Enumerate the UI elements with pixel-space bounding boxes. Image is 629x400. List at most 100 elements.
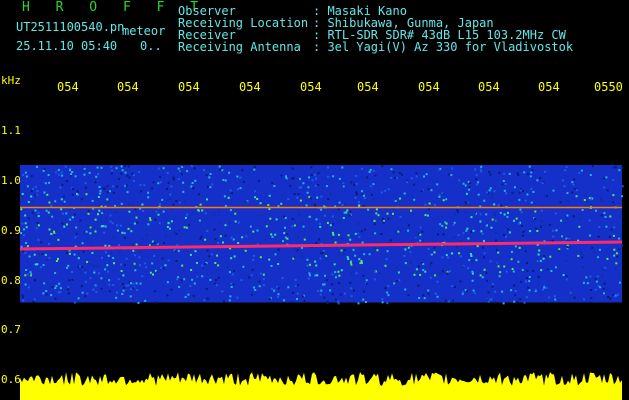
noise-speckle	[305, 199, 308, 202]
noise-speckle	[536, 179, 539, 182]
noise-speckle	[341, 204, 344, 206]
noise-speckle	[236, 296, 239, 299]
noise-speckle	[526, 261, 528, 264]
noise-speckle	[523, 171, 526, 174]
noise-speckle	[296, 196, 299, 199]
noise-speckle	[36, 221, 39, 224]
noise-speckle	[93, 270, 96, 273]
noise-speckle	[280, 202, 283, 205]
info-value-antenna: : 3el Yagi(V) Az 330 for Vladivostok	[313, 40, 574, 54]
noise-speckle	[327, 198, 330, 201]
noise-speckle	[540, 220, 543, 223]
noise-speckle	[537, 253, 540, 256]
noise-speckle	[338, 274, 341, 277]
noise-speckle	[314, 184, 317, 187]
noise-speckle	[427, 188, 430, 191]
noise-speckle	[110, 165, 113, 168]
noise-speckle	[198, 219, 201, 222]
noise-speckle	[517, 260, 520, 263]
noise-speckle	[308, 263, 311, 266]
noise-speckle	[429, 264, 432, 267]
noise-speckle	[375, 212, 378, 215]
noise-speckle	[305, 204, 308, 207]
noise-speckle	[324, 214, 326, 217]
noise-speckle	[123, 263, 126, 266]
noise-speckle	[43, 191, 46, 194]
noise-speckle	[134, 269, 137, 272]
noise-speckle	[465, 192, 468, 195]
noise-speckle	[60, 171, 63, 174]
noise-speckle	[34, 194, 37, 197]
noise-speckle	[543, 255, 545, 257]
noise-speckle	[319, 257, 322, 260]
noise-speckle	[271, 182, 274, 184]
noise-speckle	[36, 165, 38, 168]
noise-speckle	[135, 243, 138, 246]
noise-speckle	[387, 188, 390, 191]
noise-speckle	[20, 208, 23, 211]
noise-speckle	[612, 179, 615, 181]
noise-speckle	[364, 197, 366, 200]
noise-speckle	[540, 225, 543, 228]
noise-speckle	[415, 172, 418, 175]
noise-speckle	[157, 167, 160, 170]
noise-speckle	[475, 259, 478, 262]
noise-speckle	[30, 175, 33, 177]
noise-speckle	[613, 166, 616, 169]
noise-speckle	[349, 282, 352, 285]
noise-speckle	[96, 166, 99, 169]
noise-speckle	[179, 201, 182, 204]
info-label-antenna: Receiving Antenna	[178, 40, 301, 54]
noise-speckle	[381, 217, 384, 220]
noise-speckle	[237, 188, 239, 191]
time-tick: 054	[538, 80, 560, 94]
noise-speckle	[84, 271, 87, 274]
noise-speckle	[22, 173, 25, 176]
noise-speckle	[64, 165, 67, 168]
noise-speckle	[466, 290, 469, 293]
noise-speckle	[285, 175, 287, 178]
noise-speckle	[409, 251, 412, 254]
noise-speckle	[191, 182, 194, 184]
time-tick: 054	[300, 80, 322, 94]
noise-speckle	[552, 235, 555, 238]
noise-speckle	[487, 291, 490, 294]
noise-speckle	[134, 254, 137, 257]
noise-speckle	[253, 166, 256, 168]
noise-speckle	[71, 171, 74, 173]
noise-speckle	[526, 193, 529, 196]
noise-speckle	[224, 205, 227, 207]
noise-speckle	[130, 230, 133, 233]
noise-speckle	[399, 197, 401, 200]
noise-speckle	[121, 169, 124, 172]
noise-speckle	[386, 291, 389, 294]
noise-speckle	[493, 212, 496, 215]
noise-speckle	[218, 165, 221, 168]
noise-speckle	[375, 208, 378, 211]
noise-speckle	[62, 195, 65, 198]
noise-speckle	[616, 255, 619, 258]
noise-speckle	[608, 235, 611, 238]
noise-speckle	[172, 178, 175, 181]
noise-speckle	[300, 186, 303, 189]
noise-speckle	[162, 167, 165, 170]
noise-speckle	[410, 177, 413, 180]
noise-speckle	[596, 275, 599, 278]
noise-speckle	[27, 217, 30, 220]
noise-speckle	[254, 190, 257, 193]
noise-speckle	[172, 203, 175, 206]
noise-speckle	[177, 249, 180, 252]
noise-speckle	[204, 212, 207, 215]
noise-speckle	[415, 234, 418, 237]
noise-speckle	[403, 192, 406, 195]
noise-speckle	[590, 297, 593, 299]
noise-speckle	[346, 209, 349, 212]
noise-speckle	[48, 201, 51, 204]
noise-speckle	[357, 302, 360, 305]
noise-speckle	[217, 209, 220, 212]
noise-speckle	[601, 268, 604, 271]
noise-speckle	[95, 285, 98, 287]
noise-speckle	[123, 165, 126, 168]
noise-speckle	[25, 175, 28, 178]
noise-speckle	[377, 214, 380, 217]
